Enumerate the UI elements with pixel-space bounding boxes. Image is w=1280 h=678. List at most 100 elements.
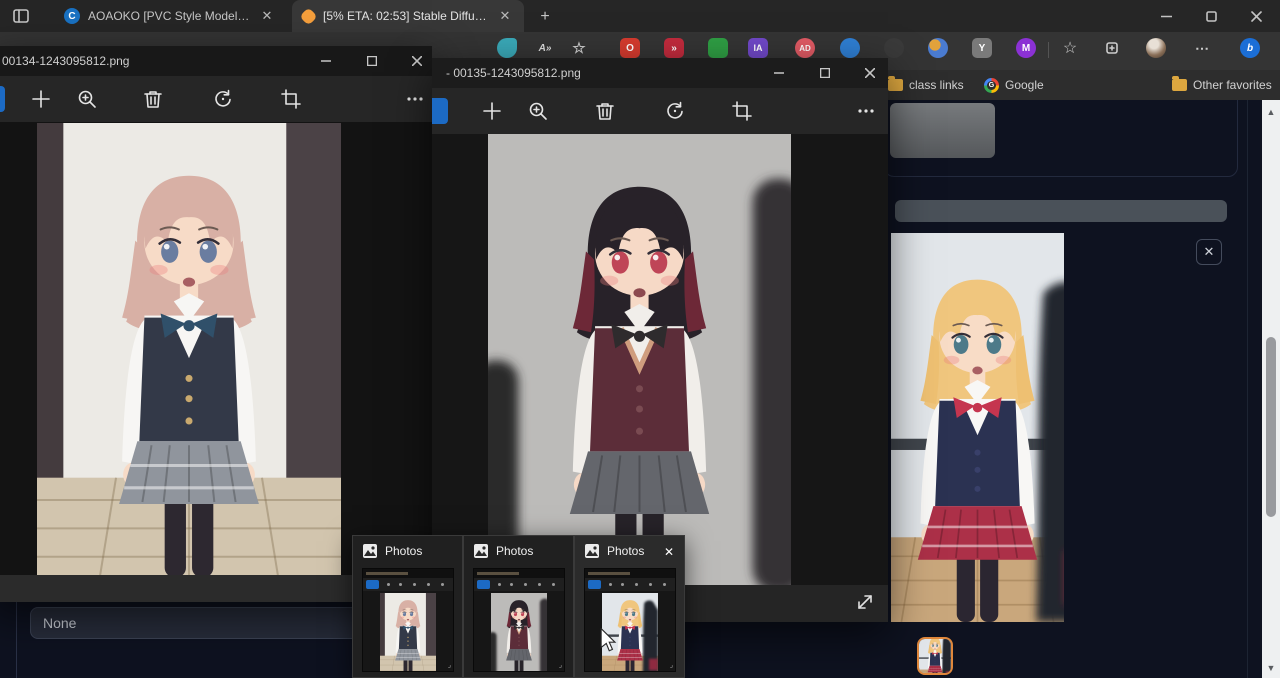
favorite-label: class links [909, 78, 964, 92]
photos-window-1: 00134-1243095812.png [0, 46, 432, 602]
photos-window-title: - 00135-1243095812.png [446, 66, 581, 80]
gallery-thumbnail-selected[interactable] [917, 637, 953, 675]
preview-app-label: Photos [496, 544, 533, 558]
favorite-google[interactable]: G Google [980, 74, 1048, 96]
photos-app-icon [362, 543, 378, 559]
photo-00135[interactable] [488, 134, 791, 585]
generated-image[interactable] [891, 233, 1064, 622]
maximize-button[interactable] [808, 58, 842, 88]
window-minimize-button[interactable] [1144, 0, 1189, 32]
tab-title: AOAOKO [PVC Style Model] - PV [88, 9, 250, 23]
expand-icon[interactable] [855, 592, 875, 612]
see-all-photos-button[interactable] [432, 98, 448, 124]
extension-green-icon[interactable] [708, 38, 728, 58]
extension-star-icon[interactable]: ☆ [569, 38, 589, 58]
photo-00134[interactable] [37, 123, 341, 575]
preview-header: Photos [464, 536, 573, 566]
thumbnail-image [919, 639, 951, 673]
favorites-star-icon[interactable]: ☆ [1060, 38, 1080, 58]
mini-see-all-photos [477, 580, 490, 589]
mini-see-all-photos [588, 580, 601, 589]
mini-see-all-photos [366, 580, 379, 589]
minimize-button[interactable] [309, 46, 343, 76]
dropdown-value: None [43, 615, 76, 631]
mini-window-thumbnail[interactable]: ⌟ [362, 568, 454, 672]
tab-close-icon[interactable]: ✕ [258, 7, 276, 25]
zoom-in-icon[interactable] [527, 100, 549, 122]
window-maximize-button[interactable] [1189, 0, 1234, 32]
tab-title: [5% ETA: 02:53] Stable Diffusion [323, 9, 488, 23]
page-scrollbar[interactable]: ▲ ▼ [1262, 100, 1280, 678]
extension-globe-icon[interactable] [928, 38, 948, 58]
toolbar-divider [1048, 42, 1049, 58]
extension-blue-icon[interactable] [840, 38, 860, 58]
zoom-in-icon[interactable] [76, 88, 98, 110]
mini-expand-icon: ⌟ [670, 661, 673, 669]
mini-expand-icon: ⌟ [448, 661, 451, 669]
window-close-button[interactable] [1234, 0, 1279, 32]
crop-icon[interactable] [280, 88, 302, 110]
extension-forward-icon[interactable]: » [664, 38, 684, 58]
photos-app-icon [584, 543, 600, 559]
mouse-cursor [597, 628, 619, 652]
tab-close-icon[interactable]: ✕ [496, 7, 514, 25]
favorite-class-links[interactable]: class links [884, 74, 968, 96]
google-icon: G [984, 78, 999, 93]
taskbar-preview-card-2[interactable]: Photos ⌟ [463, 535, 574, 678]
scroll-down-arrow[interactable]: ▼ [1262, 660, 1280, 676]
mini-titlebar [474, 569, 564, 578]
mini-toolbar [363, 578, 453, 591]
maximize-button[interactable] [355, 46, 389, 76]
preview-app-label: Photos [385, 544, 422, 558]
mini-window-thumbnail[interactable]: ⌟ [473, 568, 565, 672]
scroll-up-arrow[interactable]: ▲ [1262, 104, 1280, 120]
see-all-photos-button[interactable] [0, 86, 5, 112]
settings-more-icon[interactable]: ⋯ [1192, 38, 1212, 58]
more-options-icon[interactable] [855, 100, 877, 122]
tab-stable-diffusion[interactable]: [5% ETA: 02:53] Stable Diffusion ✕ [292, 0, 524, 32]
add-icon[interactable] [481, 100, 503, 122]
tab-civitai[interactable]: C AOAOKO [PVC Style Model] - PV ✕ [54, 0, 286, 32]
preview-app-label: Photos [607, 544, 644, 558]
crop-icon[interactable] [731, 100, 753, 122]
favorite-label: Google [1005, 78, 1044, 92]
extension-o-icon[interactable]: O [620, 38, 640, 58]
new-tab-button[interactable]: + [534, 6, 556, 28]
civitai-icon: C [64, 8, 80, 24]
photos-toolbar [432, 88, 888, 134]
close-button[interactable] [400, 46, 434, 76]
collections-icon[interactable] [1102, 38, 1122, 58]
tab-actions-menu-icon[interactable] [12, 7, 30, 25]
profile-avatar[interactable] [1146, 38, 1166, 58]
rotate-icon[interactable] [664, 100, 686, 122]
webui-gray-button[interactable] [890, 103, 995, 158]
other-favorites[interactable]: Other favorites [1168, 74, 1276, 96]
image-close-button[interactable]: ✕ [1196, 239, 1222, 265]
black-hair-girl-image [488, 134, 791, 585]
extension-m-icon[interactable]: M [1016, 38, 1036, 58]
progress-bar [895, 200, 1227, 222]
delete-icon[interactable] [142, 88, 164, 110]
gradio-icon [299, 7, 317, 25]
delete-icon[interactable] [594, 100, 616, 122]
extension-teal-icon[interactable] [497, 38, 517, 58]
mini-window-thumbnail[interactable]: ⌟ [584, 568, 676, 672]
extension-y-icon[interactable]: Y [972, 38, 992, 58]
minimize-button[interactable] [762, 58, 796, 88]
extension-ia-icon[interactable]: IA [748, 38, 768, 58]
scrollbar-thumb[interactable] [1266, 337, 1276, 517]
preview-close-icon[interactable]: ✕ [660, 543, 678, 561]
extension-reader-icon[interactable]: A» [535, 38, 555, 58]
extension-adblock-icon[interactable]: AD [795, 38, 815, 58]
extension-dark-icon[interactable] [884, 38, 904, 58]
more-options-icon[interactable] [404, 88, 426, 110]
add-icon[interactable] [30, 88, 52, 110]
close-button[interactable] [853, 58, 887, 88]
mini-expand-icon: ⌟ [559, 661, 562, 669]
mini-image [491, 593, 547, 671]
taskbar-preview-card-1[interactable]: Photos ⌟ [352, 535, 463, 678]
taskbar-preview-card-3[interactable]: Photos ✕ ⌟ [574, 535, 685, 678]
rotate-icon[interactable] [212, 88, 234, 110]
bing-chat-icon[interactable]: b [1240, 38, 1260, 58]
blonde-girl-image [891, 233, 1064, 622]
